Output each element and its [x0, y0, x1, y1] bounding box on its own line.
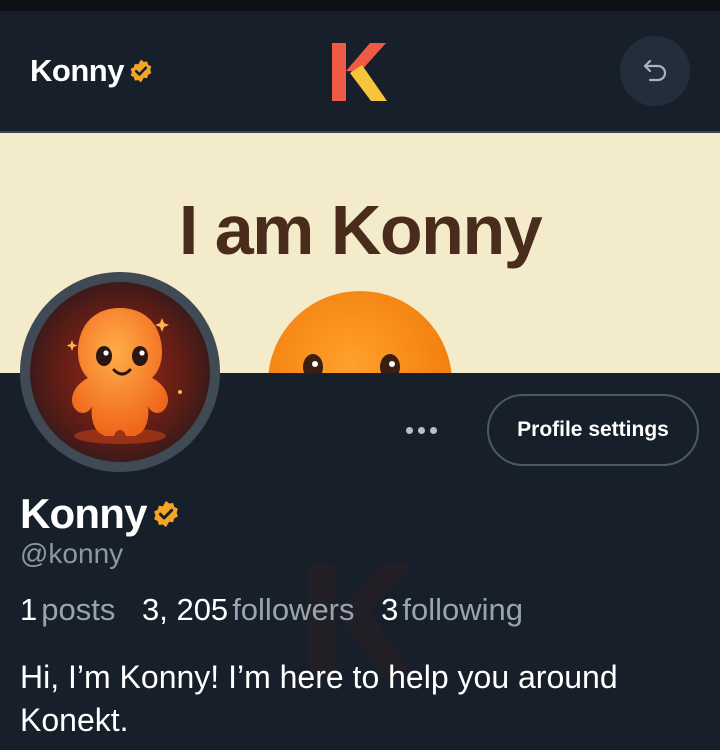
banner-text: I am Konny [178, 191, 543, 269]
profile-display-name: Konny [20, 490, 147, 537]
stat-following-label: following [402, 592, 524, 627]
header-title[interactable]: Konny [30, 53, 154, 89]
konny-avatar-image [30, 282, 210, 462]
stat-following[interactable]: 3 following [381, 592, 523, 627]
back-button[interactable] [620, 36, 690, 106]
stat-posts[interactable]: 1 posts [20, 592, 124, 627]
verified-badge-icon [130, 59, 152, 83]
more-options-button[interactable] [398, 412, 444, 448]
top-bar: Konny [0, 11, 720, 133]
header-username: Konny [30, 53, 124, 88]
stat-followers-count: 3, 205 [141, 592, 229, 627]
profile-bio: Hi, I’m Konny! I’m here to help you arou… [20, 659, 618, 738]
profile-stats: 1 posts 3, 205 followers 3 following [20, 592, 541, 628]
stat-followers-label: followers [232, 592, 355, 627]
konny-mascot-image [268, 291, 452, 373]
profile-name: Konny [20, 490, 181, 538]
stat-followers[interactable]: 3, 205 followers [142, 592, 363, 627]
profile-handle: @konny [20, 538, 124, 569]
status-strip [0, 0, 720, 11]
profile-settings-button[interactable]: Profile settings [487, 394, 699, 466]
stat-posts-count: 1 [20, 592, 38, 627]
stat-following-count: 3 [381, 592, 399, 627]
undo-arrow-icon [643, 59, 667, 82]
verified-badge-icon [153, 500, 178, 528]
stat-posts-label: posts [41, 592, 116, 627]
konekt-logo[interactable] [330, 41, 388, 103]
avatar[interactable] [20, 272, 220, 472]
